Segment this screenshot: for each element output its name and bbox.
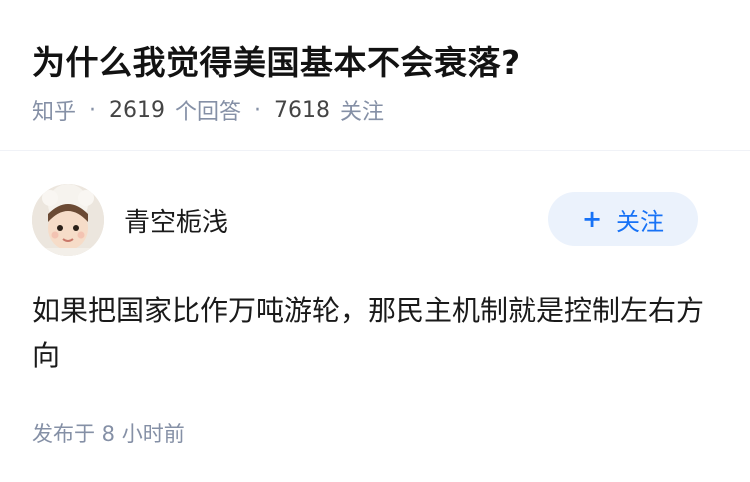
follower-count-label[interactable]: 关注 (340, 94, 384, 126)
meta-separator: · (254, 97, 262, 123)
author-name[interactable]: 青空栀浅 (124, 202, 228, 239)
author-row: 青空栀浅 + 关注 (32, 184, 698, 256)
divider (0, 150, 750, 151)
avatar-image (32, 184, 104, 256)
avatar[interactable] (32, 184, 104, 256)
question-meta: 知乎 · 2619 个回答 · 7618 关注 (32, 94, 384, 126)
source-label[interactable]: 知乎 (32, 94, 76, 126)
follower-count: 7618 (274, 97, 331, 123)
follow-button[interactable]: + 关注 (548, 192, 698, 246)
answer-count-label[interactable]: 个回答 (175, 94, 241, 126)
answer-content[interactable]: 如果把国家比作万吨游轮，那民主机制就是控制左右方向 (32, 288, 722, 378)
answer-count: 2619 (109, 97, 166, 123)
question-title[interactable]: 为什么我觉得美国基本不会衰落? (32, 36, 521, 84)
post-time: 发布于 8 小时前 (32, 422, 185, 446)
follow-button-label: 关注 (616, 207, 665, 236)
meta-separator: · (89, 97, 97, 123)
plus-icon: + (581, 205, 603, 233)
answer-page: 为什么我觉得美国基本不会衰落? 知乎 · 2619 个回答 · 7618 关注 (0, 0, 750, 482)
